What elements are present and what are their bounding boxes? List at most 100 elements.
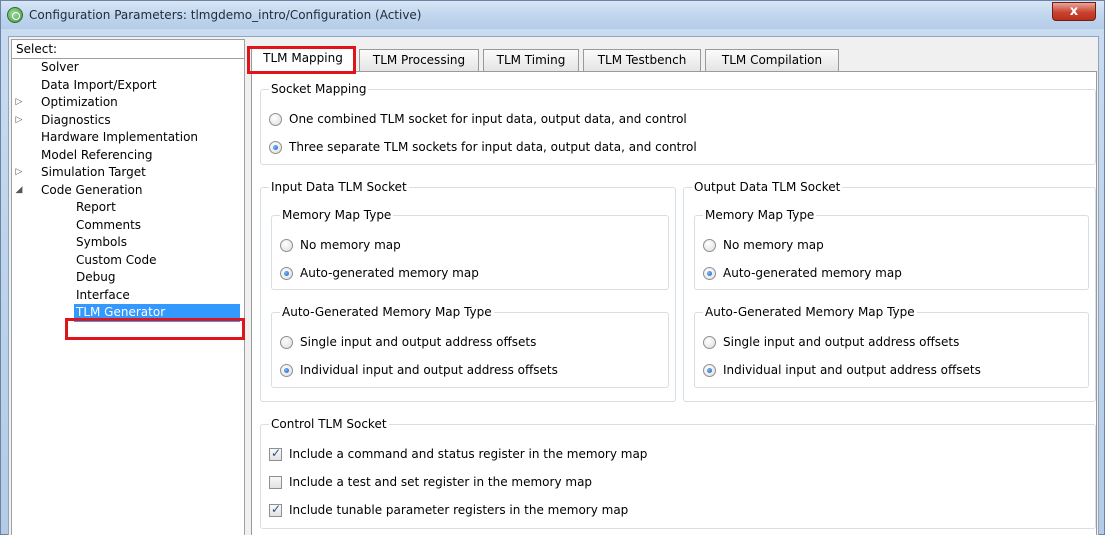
tree-item-debug[interactable]: Debug	[12, 269, 244, 287]
output-no-memory-map-option[interactable]: No memory map	[703, 238, 1003, 254]
test-set-register-option[interactable]: Include a test and set register in the m…	[269, 475, 769, 491]
collapsed-arrow-icon[interactable]: ▷	[14, 164, 24, 182]
output-auto-memory-map-radio[interactable]	[703, 267, 716, 280]
simulink-app-icon	[7, 7, 23, 23]
window-title: Configuration Parameters: tlmgdemo_intro…	[29, 8, 422, 22]
output-individual-offsets-radio[interactable]	[703, 364, 716, 377]
tree-item-solver[interactable]: Solver	[12, 59, 244, 77]
tree-item-label: Code Generation	[41, 182, 143, 197]
tree-item-comments[interactable]: Comments	[12, 217, 244, 235]
combined-socket-radio[interactable]	[269, 113, 282, 126]
output-auto-map-type-group: Auto-Generated Memory Map Type Single in…	[694, 305, 1089, 388]
separate-sockets-label: Three separate TLM sockets for input dat…	[289, 140, 697, 154]
tree-item-custom-code[interactable]: Custom Code	[12, 252, 244, 270]
tree-item-label: Interface	[76, 287, 130, 302]
tunable-parameter-registers-option[interactable]: Include tunable parameter registers in t…	[269, 502, 769, 519]
tree-item-label: Model Referencing	[41, 147, 153, 162]
title-bar: Configuration Parameters: tlmgdemo_intro…	[1, 1, 1104, 29]
tab-tlm-compilation[interactable]: TLM Compilation	[705, 49, 839, 71]
input-memory-map-type-legend: Memory Map Type	[280, 208, 394, 222]
tunable-parameter-registers-checkbox[interactable]	[269, 502, 282, 517]
tree-item-diagnostics[interactable]: ▷ Diagnostics	[12, 112, 244, 130]
socket-mapping-legend: Socket Mapping	[269, 82, 369, 96]
output-single-offsets-option[interactable]: Single input and output address offsets	[703, 335, 1063, 351]
category-tree-pane: Select: Solver Data Import/Export ▷ Optimiz…	[11, 39, 245, 535]
combined-socket-option[interactable]: One combined TLM socket for input data, …	[269, 112, 869, 128]
output-memory-map-type-group: Memory Map Type No memory map Auto-gener…	[694, 208, 1089, 290]
command-status-register-option[interactable]: Include a command and status register in…	[269, 446, 769, 463]
input-auto-map-type-legend: Auto-Generated Memory Map Type	[280, 305, 494, 319]
output-single-offsets-label: Single input and output address offsets	[723, 335, 960, 349]
input-auto-memory-map-label: Auto-generated memory map	[300, 266, 479, 280]
settings-pane: TLM Mapping TLM Processing TLM Timing TL…	[247, 39, 1097, 535]
input-auto-map-type-group: Auto-Generated Memory Map Type Single in…	[271, 305, 669, 388]
output-socket-group: Output Data TLM Socket Memory Map Type N…	[683, 180, 1096, 402]
tlm-mapping-tab-highlight	[247, 46, 356, 74]
input-socket-group: Input Data TLM Socket Memory Map Type No…	[260, 180, 676, 402]
tree-item-hardware-implementation[interactable]: Hardware Implementation	[12, 129, 244, 147]
tree-item-optimization[interactable]: ▷ Optimization	[12, 94, 244, 112]
output-socket-legend: Output Data TLM Socket	[692, 180, 843, 194]
tab-tlm-processing[interactable]: TLM Processing	[359, 49, 479, 71]
combined-socket-label: One combined TLM socket for input data, …	[289, 112, 687, 126]
collapsed-arrow-icon[interactable]: ▷	[14, 112, 24, 130]
output-auto-memory-map-label: Auto-generated memory map	[723, 266, 902, 280]
tree-item-simulation-target[interactable]: ▷ Simulation Target	[12, 164, 244, 182]
input-individual-offsets-radio[interactable]	[280, 364, 293, 377]
input-single-offsets-label: Single input and output address offsets	[300, 335, 537, 349]
separate-sockets-option[interactable]: Three separate TLM sockets for input dat…	[269, 140, 869, 156]
test-set-register-checkbox[interactable]	[269, 476, 282, 489]
input-single-offsets-radio[interactable]	[280, 336, 293, 349]
output-individual-offsets-option[interactable]: Individual input and output address offs…	[703, 363, 1083, 379]
tree-item-label: Hardware Implementation	[41, 130, 199, 144]
control-socket-legend: Control TLM Socket	[269, 417, 389, 431]
tree-item-code-generation[interactable]: ◢ Code Generation	[12, 182, 244, 200]
command-status-register-checkbox[interactable]	[269, 446, 282, 461]
output-no-memory-map-label: No memory map	[723, 238, 824, 252]
input-auto-memory-map-radio[interactable]	[280, 267, 293, 280]
control-socket-group: Control TLM Socket Include a command and…	[260, 417, 1096, 529]
output-auto-map-type-legend: Auto-Generated Memory Map Type	[703, 305, 917, 319]
separate-sockets-radio[interactable]	[269, 141, 282, 154]
config-window: Configuration Parameters: tlmgdemo_intro…	[0, 0, 1105, 535]
collapsed-arrow-icon[interactable]: ▷	[14, 94, 24, 112]
tunable-parameter-registers-label: Include tunable parameter registers in t…	[289, 503, 629, 517]
output-memory-map-type-legend: Memory Map Type	[703, 208, 817, 222]
tree-item-label: Comments	[76, 217, 142, 232]
dialog-client: Select: Solver Data Import/Export ▷ Optimiz…	[8, 36, 1099, 535]
input-auto-memory-map-option[interactable]: Auto-generated memory map	[280, 266, 580, 282]
tree-item-interface[interactable]: Interface	[12, 287, 244, 305]
tab-tlm-testbench[interactable]: TLM Testbench	[583, 49, 701, 71]
tree-item-label: Optimization	[41, 95, 118, 109]
tree-item-label: Custom Code	[76, 252, 157, 267]
tree-item-label: Simulation Target	[41, 165, 146, 179]
tlm-mapping-panel: Socket Mapping One combined TLM socket f…	[251, 71, 1097, 535]
tree-item-label: Report	[76, 200, 116, 214]
tree-item-data-import-export[interactable]: Data Import/Export	[12, 77, 244, 95]
select-label: Select:	[12, 40, 244, 59]
socket-mapping-group: Socket Mapping One combined TLM socket f…	[260, 82, 1096, 165]
category-tree: Solver Data Import/Export ▷ Optimization ▷ Di…	[12, 59, 244, 322]
output-no-memory-map-radio[interactable]	[703, 239, 716, 252]
input-single-offsets-option[interactable]: Single input and output address offsets	[280, 335, 640, 351]
expanded-arrow-icon[interactable]: ◢	[14, 182, 24, 200]
tree-item-symbols[interactable]: Symbols	[12, 234, 244, 252]
input-no-memory-map-option[interactable]: No memory map	[280, 238, 580, 254]
command-status-register-label: Include a command and status register in…	[289, 447, 648, 461]
output-auto-memory-map-option[interactable]: Auto-generated memory map	[703, 266, 1003, 282]
close-button[interactable]: x	[1052, 2, 1096, 21]
tree-item-label: Debug	[76, 270, 116, 284]
tab-tlm-timing[interactable]: TLM Timing	[483, 49, 579, 71]
tree-item-model-referencing[interactable]: Model Referencing	[12, 147, 244, 165]
tree-item-label: Solver	[41, 60, 79, 74]
tree-item-report[interactable]: Report	[12, 199, 244, 217]
input-individual-offsets-option[interactable]: Individual input and output address offs…	[280, 363, 660, 379]
tlm-generator-highlight	[65, 318, 245, 340]
input-no-memory-map-radio[interactable]	[280, 239, 293, 252]
tree-item-label: Symbols	[76, 235, 127, 249]
output-individual-offsets-label: Individual input and output address offs…	[723, 363, 981, 377]
input-socket-legend: Input Data TLM Socket	[269, 180, 409, 194]
output-single-offsets-radio[interactable]	[703, 336, 716, 349]
test-set-register-label: Include a test and set register in the m…	[289, 475, 593, 489]
input-individual-offsets-label: Individual input and output address offs…	[300, 363, 558, 377]
